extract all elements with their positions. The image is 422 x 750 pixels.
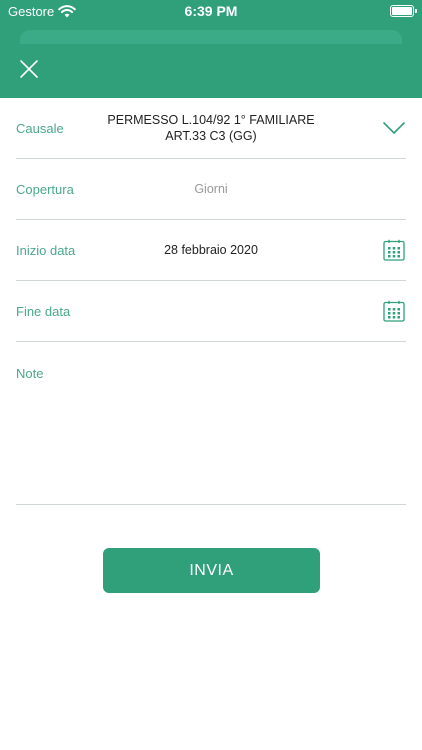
calendar-icon xyxy=(383,300,405,322)
causale-value-line2: ART.33 C3 (GG) xyxy=(165,129,257,143)
note-field[interactable]: Note xyxy=(16,342,406,505)
invia-button[interactable]: INVIA xyxy=(103,548,320,593)
close-icon xyxy=(20,60,38,78)
inizio-data-label: Inizio data xyxy=(16,242,76,258)
fine-data-value xyxy=(96,281,326,341)
causale-dropdown-button[interactable] xyxy=(382,115,406,141)
fine-data-calendar-button[interactable] xyxy=(382,298,406,324)
copertura-label: Copertura xyxy=(16,181,74,197)
fine-data-field[interactable]: Fine data xyxy=(16,281,406,342)
inizio-data-value: 28 febbraio 2020 xyxy=(164,243,258,257)
note-input[interactable] xyxy=(16,386,406,496)
chevron-down-icon xyxy=(383,122,405,134)
causale-field[interactable]: Causale PERMESSO L.104/92 1° FAMILIARE A… xyxy=(16,98,406,159)
inizio-data-field[interactable]: Inizio data 28 febbraio 2020 xyxy=(16,220,406,281)
causale-label: Causale xyxy=(16,120,64,136)
note-label: Note xyxy=(16,366,44,381)
fine-data-label: Fine data xyxy=(16,303,71,319)
inizio-data-calendar-button[interactable] xyxy=(382,237,406,263)
header-bar: Gestore 6:39 PM xyxy=(0,0,422,98)
sheet-top-edge xyxy=(20,30,402,44)
copertura-field[interactable]: Copertura Giorni xyxy=(16,159,406,220)
status-time: 6:39 PM xyxy=(184,3,238,19)
calendar-icon xyxy=(383,239,405,261)
causale-value: PERMESSO L.104/92 1° FAMILIARE ART.33 C3… xyxy=(96,98,326,158)
causale-value-line1: PERMESSO L.104/92 1° FAMILIARE xyxy=(107,113,315,127)
status-bar: Gestore 6:39 PM xyxy=(0,0,422,24)
close-button[interactable] xyxy=(16,56,42,82)
copertura-value: Giorni xyxy=(194,182,228,196)
battery-icon xyxy=(390,5,417,17)
